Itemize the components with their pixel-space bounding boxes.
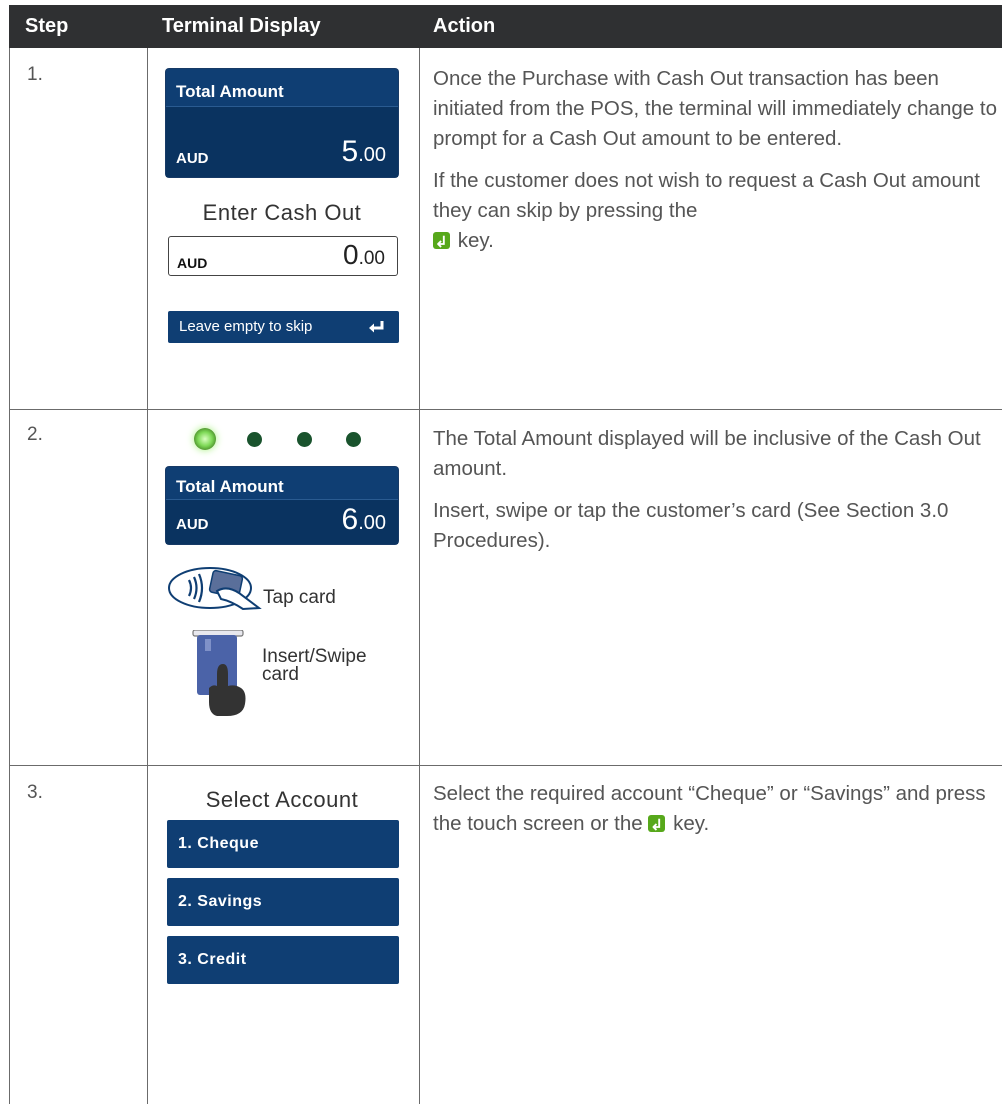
action-paragraph: Select the required account “Cheque” or … (433, 779, 999, 841)
action-paragraph: Once the Purchase with Cash Out transact… (433, 67, 998, 150)
amount-value: 6.00 (341, 503, 387, 536)
column-divider-1 (147, 48, 148, 1104)
account-option-cheque[interactable]: 1. Cheque (167, 820, 399, 868)
total-amount-label: Total Amount (176, 82, 284, 101)
skip-button-label: Leave empty to skip (179, 318, 313, 335)
status-light (247, 432, 262, 447)
table-border-left (9, 48, 10, 1104)
skip-button[interactable]: Leave empty to skip (168, 311, 399, 343)
account-option-savings[interactable]: 2. Savings (167, 878, 399, 926)
row-divider-1 (9, 409, 1002, 410)
enter-key-icon (369, 321, 384, 333)
account-option-credit[interactable]: 3. Credit (167, 936, 399, 984)
insert-swipe-label: Insert/Swipe card (262, 646, 367, 685)
step-number: 1. (27, 64, 43, 85)
step-number: 2. (27, 424, 43, 445)
select-account-prompt: Select Account (205, 787, 359, 812)
action-paragraph: The Total Amount displayed will be inclu… (433, 427, 981, 480)
enter-key-icon (433, 228, 450, 258)
total-amount-label: Total Amount (176, 477, 284, 496)
header-action: Action (433, 15, 496, 37)
amount-value: 5.00 (341, 135, 387, 168)
status-light (346, 432, 361, 447)
procedure-table: Step Terminal Display Action 1. Total Am… (9, 0, 1002, 1104)
table-header: Step Terminal Display Action (9, 5, 1002, 48)
cash-out-amount-input[interactable]: AUD 0.00 (168, 236, 398, 276)
option-label: 1. Cheque (178, 835, 259, 852)
step-number: 3. (27, 782, 43, 803)
row-divider-2 (9, 765, 1002, 766)
status-light (297, 432, 312, 447)
column-divider-2 (419, 48, 420, 1104)
option-label: 3. Credit (178, 951, 247, 968)
input-currency-label: AUD (177, 255, 208, 271)
amount-field: AUD 6.00 (166, 499, 398, 544)
action-paragraph: If the customer does not wish to request… (433, 166, 999, 258)
option-label: 2. Savings (178, 893, 263, 910)
action-paragraph: Insert, swipe or tap the customer’s card… (433, 499, 949, 552)
enter-cash-out-prompt: Enter Cash Out (202, 200, 362, 225)
action-text: Once the Purchase with Cash Out transact… (433, 64, 999, 258)
header-terminal-display: Terminal Display (162, 15, 321, 37)
action-text: Select the required account “Cheque” or … (433, 779, 999, 841)
card-insert-swipe-icon (192, 630, 246, 716)
contactless-tap-icon (168, 567, 262, 611)
amount-field: AUD 5.00 (166, 106, 398, 177)
total-amount-panel: Total Amount AUD 6.00 (166, 467, 398, 544)
tap-card-label: Tap card (263, 587, 336, 608)
input-amount-value: 0.00 (343, 239, 385, 270)
currency-label: AUD (176, 516, 209, 533)
status-light-active (194, 428, 216, 450)
action-text: The Total Amount displayed will be inclu… (433, 424, 999, 556)
total-amount-panel: Total Amount AUD 5.00 (166, 69, 398, 177)
currency-label: AUD (176, 150, 209, 167)
enter-key-icon (648, 811, 666, 841)
header-step: Step (25, 15, 69, 37)
